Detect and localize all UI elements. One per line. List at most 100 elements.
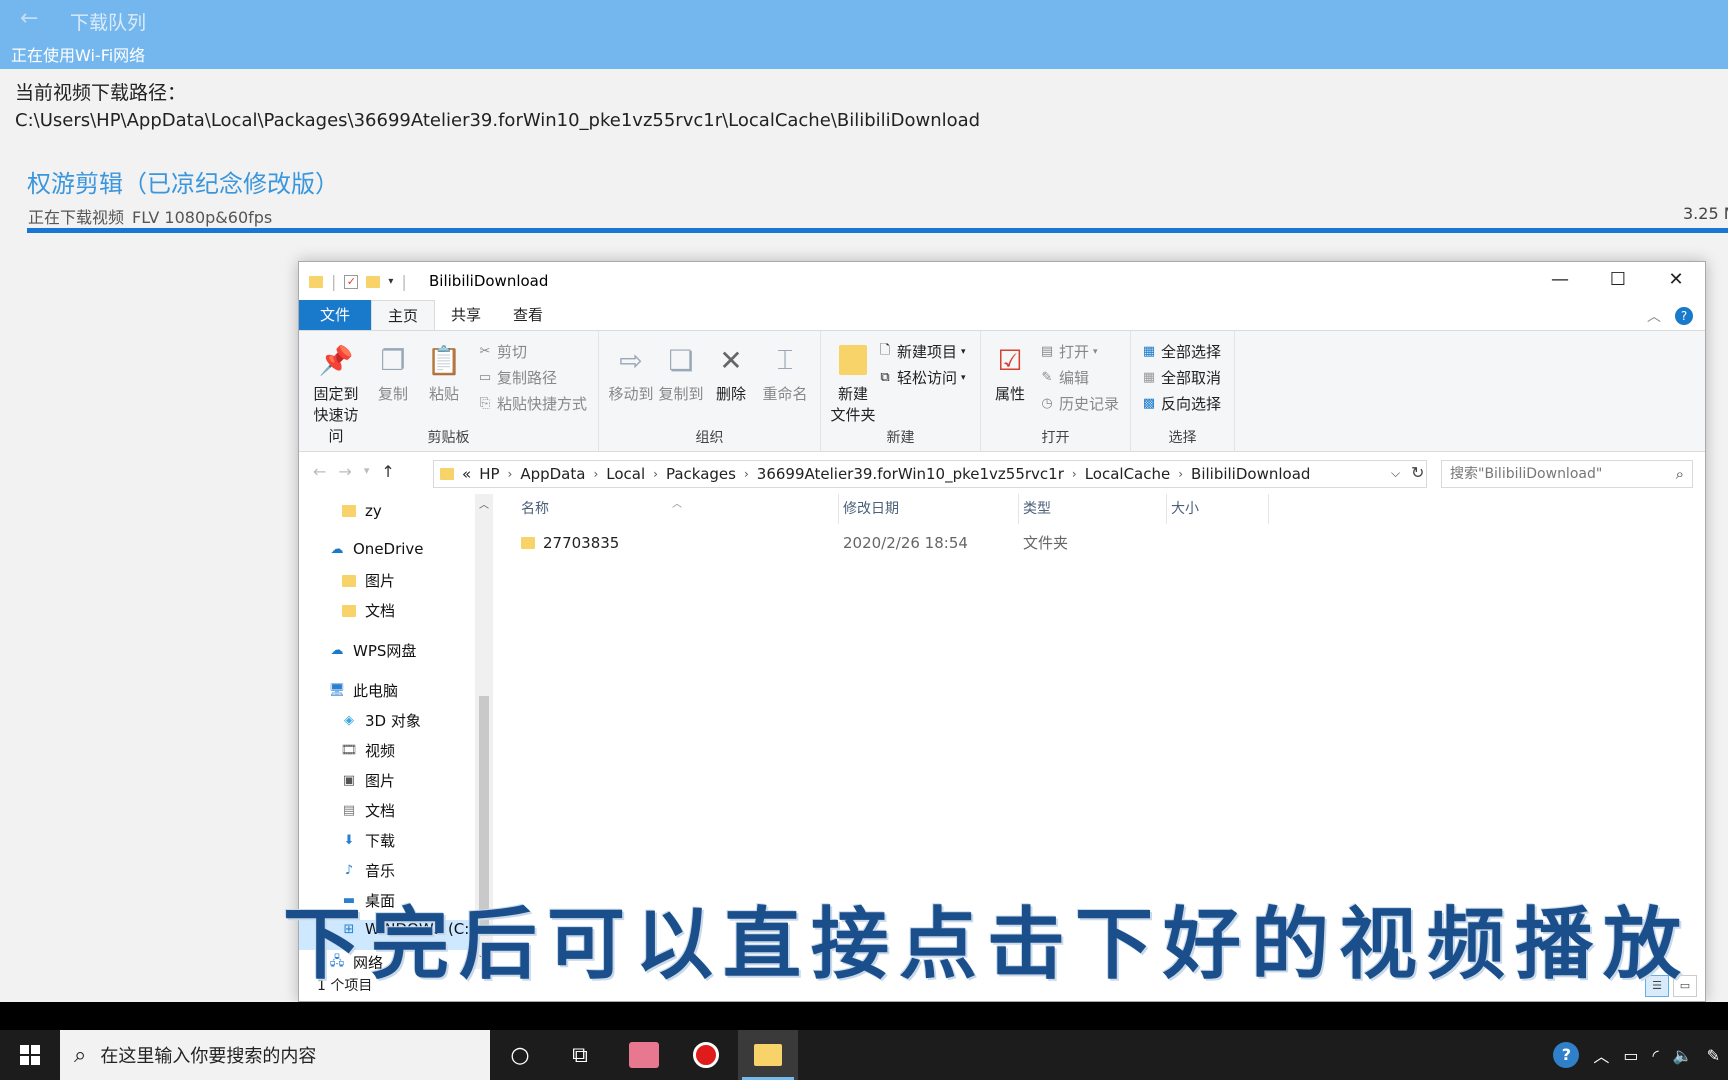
properties-button[interactable]: ☑ 属性 [985, 341, 1035, 404]
edit-button[interactable]: ✎ 编辑 [1039, 367, 1089, 388]
invert-selection-button[interactable]: ▩ 反向选择 [1141, 393, 1221, 414]
nav-item-downloads[interactable]: ⬇ 下载 [341, 830, 395, 851]
film-icon: 🎞 [340, 743, 358, 758]
breadcrumb-chevron-icon[interactable]: › [593, 467, 598, 481]
maximize-icon[interactable]: ☐ [1589, 262, 1647, 298]
nav-item-music[interactable]: ♪ 音乐 [341, 860, 395, 881]
breadcrumb-segment[interactable]: BilibiliDownload [1191, 465, 1310, 483]
nav-item-wps[interactable]: ☁ WPS网盘 [329, 640, 417, 661]
open-button[interactable]: ▤ 打开 ▾ [1039, 341, 1098, 362]
search-input[interactable]: 搜索"BilibiliDownload" ⌕ [1441, 460, 1693, 488]
cortana-circle-icon[interactable]: ○ [490, 1030, 550, 1080]
recent-dropdown-icon[interactable]: ▾ [364, 462, 370, 481]
new-folder-button[interactable]: 新建 文件夹 [825, 341, 881, 425]
rename-button[interactable]: ⌶ 重命名 [755, 341, 815, 404]
nav-item-onedrive-pictures[interactable]: 图片 [341, 570, 395, 591]
battery-icon[interactable]: ▭ [1623, 1046, 1638, 1065]
scroll-up-icon[interactable]: ︿ [479, 496, 489, 511]
file-name-cell: 27703835 [517, 530, 839, 556]
breadcrumb-segment[interactable]: LocalCache [1085, 465, 1171, 483]
nav-item-3d-objects[interactable]: ◈ 3D 对象 [341, 710, 421, 731]
copy-label: 复制 [377, 385, 408, 403]
nav-item-onedrive[interactable]: ☁ OneDrive [329, 540, 424, 558]
download-progress-bar [27, 228, 1728, 233]
breadcrumb-segment[interactable]: Local [606, 465, 645, 483]
bilibili-app-icon[interactable] [614, 1030, 674, 1080]
folder-icon [440, 468, 454, 480]
address-overflow[interactable]: « [462, 465, 471, 483]
nav-item-pictures[interactable]: ▣ 图片 [341, 770, 395, 791]
windows-logo-icon [20, 1045, 40, 1065]
download-status-text: 正在下载视频 [28, 208, 125, 227]
tab-home[interactable]: 主页 [371, 300, 436, 330]
download-title[interactable]: 权游剪辑（已凉纪念修改版） [27, 164, 339, 199]
new-folder-icon[interactable] [366, 275, 381, 288]
tab-file[interactable]: 文件 [299, 300, 372, 330]
cut-button[interactable]: ✂ 剪切 [477, 341, 527, 362]
nav-item-zy[interactable]: zy [341, 502, 382, 520]
chevron-up-icon[interactable]: ︿ [1593, 1043, 1609, 1067]
start-button[interactable] [0, 1030, 60, 1080]
column-size[interactable]: 大小 [1167, 494, 1269, 524]
back-arrow-icon[interactable]: ← [20, 6, 38, 31]
easy-access-button[interactable]: ⧉ 轻松访问 ▾ [877, 367, 965, 388]
forward-icon[interactable]: → [338, 462, 351, 481]
task-view-icon[interactable]: ⧉ [550, 1030, 610, 1080]
help-icon[interactable]: ? [1553, 1042, 1580, 1068]
collapse-ribbon-icon[interactable]: ︿ [1647, 306, 1661, 326]
copy-button[interactable]: ❐ 复制 [365, 341, 421, 404]
close-icon[interactable]: ✕ [1647, 262, 1705, 298]
nav-item-videos[interactable]: 🎞 视频 [341, 740, 395, 761]
back-icon[interactable]: ← [313, 462, 326, 481]
breadcrumb-chevron-icon[interactable]: › [1178, 467, 1183, 481]
nav-item-documents[interactable]: ▤ 文档 [341, 800, 395, 821]
table-row[interactable]: 27703835 2020/2/26 18:54 文件夹 [517, 530, 1269, 556]
nav-item-onedrive-documents[interactable]: 文档 [341, 600, 395, 621]
breadcrumb-chevron-icon[interactable]: › [508, 467, 513, 481]
help-icon[interactable]: ? [1675, 307, 1693, 325]
breadcrumb-chevron-icon[interactable]: › [653, 467, 658, 481]
breadcrumb-segment[interactable]: 36699Atelier39.forWin10_pke1vz55rvc1r [757, 465, 1064, 483]
up-arrow-icon[interactable]: ↑ [381, 462, 394, 481]
group-label-new: 新建 [886, 430, 915, 446]
ribbon-group-select: ▦ 全部选择 ▦ 全部取消 ▩ 反向选择 选择 [1131, 331, 1235, 451]
properties-check-icon[interactable]: ✓ [344, 274, 359, 289]
nav-item-this-pc[interactable]: 🖥 此电脑 [329, 680, 398, 701]
address-bar[interactable]: « HP › AppData › Local › Packages › 36699Atelier… [433, 460, 1427, 488]
history-button[interactable]: ◷ 历史记录 [1039, 393, 1119, 414]
record-button-icon[interactable] [676, 1030, 736, 1080]
tab-share[interactable]: 共享 [435, 300, 497, 330]
select-none-button[interactable]: ▦ 全部取消 [1141, 367, 1221, 388]
taskbar-search-box[interactable]: ⌕ 在这里输入你要搜索的内容 [60, 1030, 490, 1080]
breadcrumb-segment[interactable]: Packages [666, 465, 736, 483]
column-type[interactable]: 类型 [1019, 494, 1167, 524]
file-explorer-taskbar-icon[interactable] [738, 1030, 798, 1080]
select-all-button[interactable]: ▦ 全部选择 [1141, 341, 1221, 362]
title-bar[interactable]: | ✓ ▾ | BilibiliDownload — ☐ ✕ [299, 262, 1705, 300]
copy-path-button[interactable]: ▭ 复制路径 [477, 367, 557, 388]
music-note-icon: ♪ [344, 863, 354, 878]
breadcrumb-chevron-icon[interactable]: › [744, 467, 749, 481]
volume-icon[interactable]: 🔈 [1673, 1046, 1693, 1065]
new-item-button[interactable]: 🗋 新建项目 ▾ [877, 341, 966, 362]
taskbar: ⌕ 在这里输入你要搜索的内容 ○ ⧉ ? ︿ ▭ ◜ 🔈 ✎ [0, 1030, 1728, 1080]
file-name: 27703835 [543, 534, 620, 552]
breadcrumb-chevron-icon[interactable]: › [1072, 467, 1077, 481]
customize-toolbar-dropdown-icon[interactable]: ▾ [388, 276, 393, 287]
refresh-icon[interactable]: ↻ [1411, 463, 1424, 482]
cut-label: 剪切 [497, 343, 528, 361]
copy-to-button[interactable]: ❏ 复制到 [653, 341, 709, 404]
paste-shortcut-button[interactable]: ⎘ 粘贴快捷方式 [477, 393, 587, 414]
breadcrumb-segment[interactable]: HP [479, 465, 499, 483]
address-dropdown-icon[interactable]: ⌵ [1391, 466, 1400, 481]
column-modified[interactable]: 修改日期 [839, 494, 1019, 524]
breadcrumb-segment[interactable]: AppData [520, 465, 585, 483]
new-item-label: 新建项目 [897, 343, 958, 361]
minimize-icon[interactable]: — [1531, 262, 1589, 298]
pen-icon[interactable]: ✎ [1707, 1046, 1720, 1065]
delete-button[interactable]: ✕ 删除 [705, 341, 757, 404]
tab-view[interactable]: 查看 [497, 300, 559, 330]
paste-button[interactable]: 📋 粘贴 [416, 341, 472, 404]
move-to-button[interactable]: ⇨ 移动到 [603, 341, 659, 404]
wifi-icon[interactable]: ◜ [1652, 1046, 1658, 1065]
